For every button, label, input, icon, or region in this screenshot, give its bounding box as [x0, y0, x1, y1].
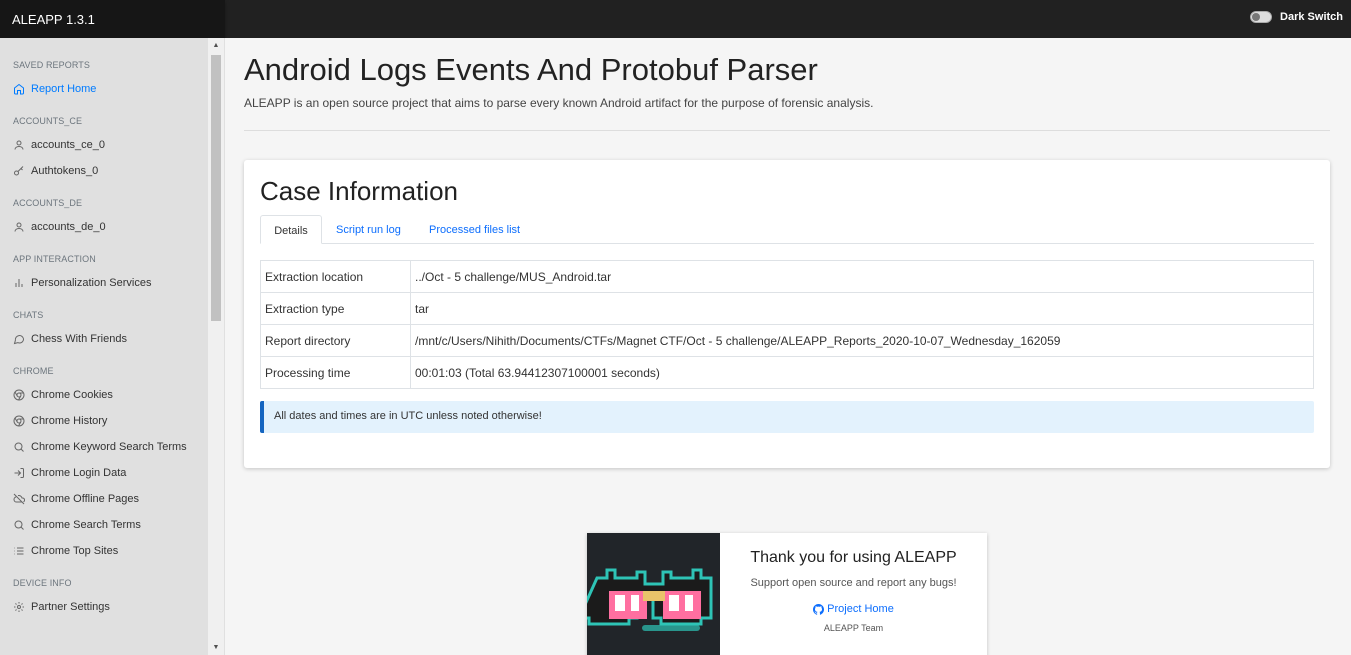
sidebar-item-label: Chrome Cookies — [31, 389, 113, 401]
table-row: Extraction type tar — [260, 292, 1314, 325]
thank-you-body: Thank you for using ALEAPP Support open … — [720, 533, 987, 633]
tab-processed-files-list[interactable]: Processed files list — [429, 215, 520, 244]
aleapp-logo-image — [587, 533, 720, 655]
section-title-accounts-ce: ACCOUNTS_CE — [13, 116, 83, 126]
sidebar-item-label: Chess With Friends — [31, 333, 127, 345]
table-row: Processing time 00:01:03 (Total 63.94412… — [260, 356, 1314, 389]
sidebar-item-label: Authtokens_0 — [31, 165, 99, 177]
section-title-chrome: CHROME — [13, 366, 54, 376]
section-title-app-interaction: APP INTERACTION — [13, 254, 96, 264]
thank-you-title: Thank you for using ALEAPP — [750, 549, 957, 566]
dark-switch-toggle[interactable] — [1250, 11, 1273, 23]
sidebar: SAVED REPORTS Report Home ACCOUNTS_CE ac… — [0, 38, 225, 655]
sidebar-item-chrome-top-sites[interactable]: Chrome Top Sites — [0, 538, 208, 564]
sidebar-item-chrome-cookies[interactable]: Chrome Cookies — [0, 382, 208, 408]
sidebar-item-partner-settings[interactable]: Partner Settings — [0, 594, 208, 620]
row-value: 00:01:03 (Total 63.94412307100001 second… — [410, 356, 1314, 389]
search-icon — [14, 520, 24, 530]
team-label: ALEAPP Team — [823, 623, 884, 633]
section-title-device-info: DEVICE INFO — [13, 578, 72, 588]
table-row: Extraction location ../Oct - 5 challenge… — [260, 260, 1314, 293]
cloud-off-icon — [13, 493, 25, 505]
sidebar-item-label: Chrome Top Sites — [31, 545, 119, 557]
sidebar-item-label: Chrome Search Terms — [31, 519, 141, 531]
dark-switch-label: Dark Switch — [1280, 11, 1343, 23]
sidebar-item-label: Chrome Login Data — [31, 467, 127, 479]
row-key: Processing time — [260, 356, 411, 389]
message-circle-icon — [13, 335, 25, 345]
log-in-icon — [14, 468, 24, 478]
sidebar-item-label: Partner Settings — [31, 601, 110, 613]
sidebar-item-accounts-ce-0[interactable]: accounts_ce_0 — [0, 132, 208, 158]
bar-chart-icon — [15, 279, 23, 287]
project-home-label: Project Home — [827, 603, 894, 615]
search-icon — [14, 442, 24, 452]
home-icon — [14, 83, 24, 95]
sidebar-item-label: Personalization Services — [31, 277, 152, 289]
sidebar-item-label: accounts_ce_0 — [31, 139, 105, 151]
row-key: Extraction type — [260, 292, 411, 325]
sidebar-scrollbar[interactable]: ▲ ▼ — [208, 38, 224, 655]
sidebar-item-label: accounts_de_0 — [31, 221, 106, 233]
divider — [244, 130, 1330, 131]
section-title-saved-reports: SAVED REPORTS — [13, 60, 90, 70]
thank-you-subtitle: Support open source and report any bugs! — [750, 577, 957, 589]
row-value: ../Oct - 5 challenge/MUS_Android.tar — [410, 260, 1314, 293]
scroll-down-arrow-icon[interactable]: ▼ — [212, 644, 220, 652]
row-value: tar — [410, 292, 1314, 325]
sidebar-item-label: Chrome History — [31, 415, 108, 427]
case-info-table: Extraction location ../Oct - 5 challenge… — [260, 260, 1314, 389]
sidebar-item-chrome-offline-pages[interactable]: Chrome Offline Pages — [0, 486, 208, 512]
chrome-icon — [13, 389, 25, 401]
sidebar-item-chrome-keyword-search-terms[interactable]: Chrome Keyword Search Terms — [0, 434, 208, 460]
chrome-icon — [13, 415, 25, 427]
row-value: /mnt/c/Users/Nihith/Documents/CTFs/Magne… — [410, 324, 1314, 357]
utc-notice-alert: All dates and times are in UTC unless no… — [260, 401, 1314, 433]
sidebar-nav: SAVED REPORTS Report Home ACCOUNTS_CE ac… — [0, 38, 208, 655]
sidebar-item-report-home[interactable]: Report Home — [0, 76, 208, 102]
tab-script-run-log[interactable]: Script run log — [336, 215, 401, 244]
settings-icon — [14, 602, 24, 612]
app-brand[interactable]: ALEAPP 1.3.1 — [0, 0, 225, 38]
sidebar-item-chrome-login-data[interactable]: Chrome Login Data — [0, 460, 208, 486]
section-title-accounts-de: ACCOUNTS_DE — [13, 198, 83, 208]
row-key: Extraction location — [260, 260, 411, 293]
sidebar-item-label: Chrome Keyword Search Terms — [31, 441, 187, 453]
sidebar-item-authtokens-0[interactable]: Authtokens_0 — [0, 158, 208, 184]
case-tabs: Details Script run log Processed files l… — [260, 215, 1314, 244]
sidebar-item-personalization-services[interactable]: Personalization Services — [0, 270, 208, 296]
github-icon — [813, 603, 825, 615]
table-row: Report directory /mnt/c/Users/Nihith/Doc… — [260, 324, 1314, 357]
sidebar-item-label: Chrome Offline Pages — [31, 493, 140, 505]
sidebar-item-chrome-search-terms[interactable]: Chrome Search Terms — [0, 512, 208, 538]
dark-switch[interactable]: Dark Switch — [1250, 11, 1343, 23]
key-icon — [14, 166, 24, 176]
sidebar-item-chess-with-friends[interactable]: Chess With Friends — [0, 326, 208, 352]
section-title-chats: CHATS — [13, 310, 44, 320]
user-icon — [14, 222, 24, 232]
scroll-thumb[interactable] — [211, 55, 221, 321]
page-title: Android Logs Events And Protobuf Parser — [244, 52, 818, 87]
project-home-link[interactable]: Project Home — [720, 603, 987, 615]
top-navbar: ALEAPP 1.3.1 Dark Switch — [0, 0, 1351, 38]
user-icon — [14, 140, 24, 150]
case-information-title: Case Information — [260, 176, 458, 206]
sidebar-item-accounts-de-0[interactable]: accounts_de_0 — [0, 214, 208, 240]
main-content: Android Logs Events And Protobuf Parser … — [225, 38, 1351, 655]
case-information-card: Case Information Details Script run log … — [244, 160, 1330, 468]
thank-you-card: Thank you for using ALEAPP Support open … — [587, 533, 987, 655]
list-icon — [14, 547, 24, 555]
sidebar-item-label: Report Home — [31, 83, 97, 95]
scroll-up-arrow-icon[interactable]: ▲ — [212, 42, 220, 50]
row-key: Report directory — [260, 324, 411, 357]
sidebar-item-chrome-history[interactable]: Chrome History — [0, 408, 208, 434]
tab-details[interactable]: Details — [260, 215, 322, 244]
page-subtitle: ALEAPP is an open source project that ai… — [244, 96, 874, 110]
